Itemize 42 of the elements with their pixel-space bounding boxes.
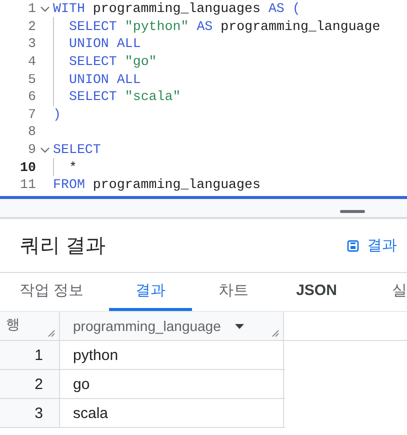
- code-line: SELECT: [53, 142, 101, 158]
- line-number: 11: [19, 177, 36, 192]
- code-line: *: [69, 160, 77, 175]
- code-line: UNION ALL: [69, 36, 141, 52]
- results-tab[interactable]: JSON: [275, 273, 358, 311]
- column-header[interactable]: programming_language: [60, 312, 284, 340]
- chevron-down-icon[interactable]: [40, 6, 50, 12]
- column-header: 행: [0, 312, 60, 340]
- save-results-button[interactable]: 결과: [347, 236, 407, 255]
- resize-handle-icon[interactable]: [272, 330, 279, 337]
- line-number: 1: [27, 1, 36, 16]
- table-cell: python: [60, 341, 284, 369]
- results-tab[interactable]: 실: [358, 273, 407, 311]
- drag-handle[interactable]: [340, 210, 365, 213]
- line-number: 5: [27, 72, 36, 87]
- results-tab[interactable]: 작업 정보: [0, 273, 109, 311]
- table-cell: go: [60, 370, 284, 398]
- row-number: 3: [0, 399, 60, 427]
- line-number: 3: [27, 36, 36, 52]
- results-tab[interactable]: 차트: [192, 273, 275, 311]
- line-number: 2: [27, 18, 36, 34]
- save-icon: [347, 240, 359, 252]
- line-number: 10: [19, 160, 36, 175]
- code-line: SELECT "scala": [69, 89, 181, 104]
- resize-handle-icon[interactable]: [48, 330, 55, 337]
- code-line: UNION ALL: [69, 72, 141, 87]
- line-number: 8: [27, 124, 36, 140]
- line-number: 7: [27, 106, 36, 122]
- caret-down-icon[interactable]: [234, 324, 244, 328]
- panel-title: 쿼리 결과: [20, 234, 106, 259]
- line-number: 4: [27, 54, 36, 70]
- row-number: 2: [0, 370, 60, 398]
- code-line: SELECT "go": [69, 54, 157, 70]
- table-cell: scala: [60, 399, 284, 427]
- code-line: FROM programming_languages: [53, 177, 260, 192]
- code-line: WITH programming_languages AS (: [53, 1, 300, 16]
- row-number: 1: [0, 341, 60, 369]
- line-number: 6: [27, 89, 36, 104]
- code-line: ): [53, 106, 61, 122]
- chevron-down-icon[interactable]: [40, 146, 50, 153]
- code-line: SELECT "python" AS programming_language: [69, 18, 380, 34]
- line-number: 9: [27, 142, 36, 158]
